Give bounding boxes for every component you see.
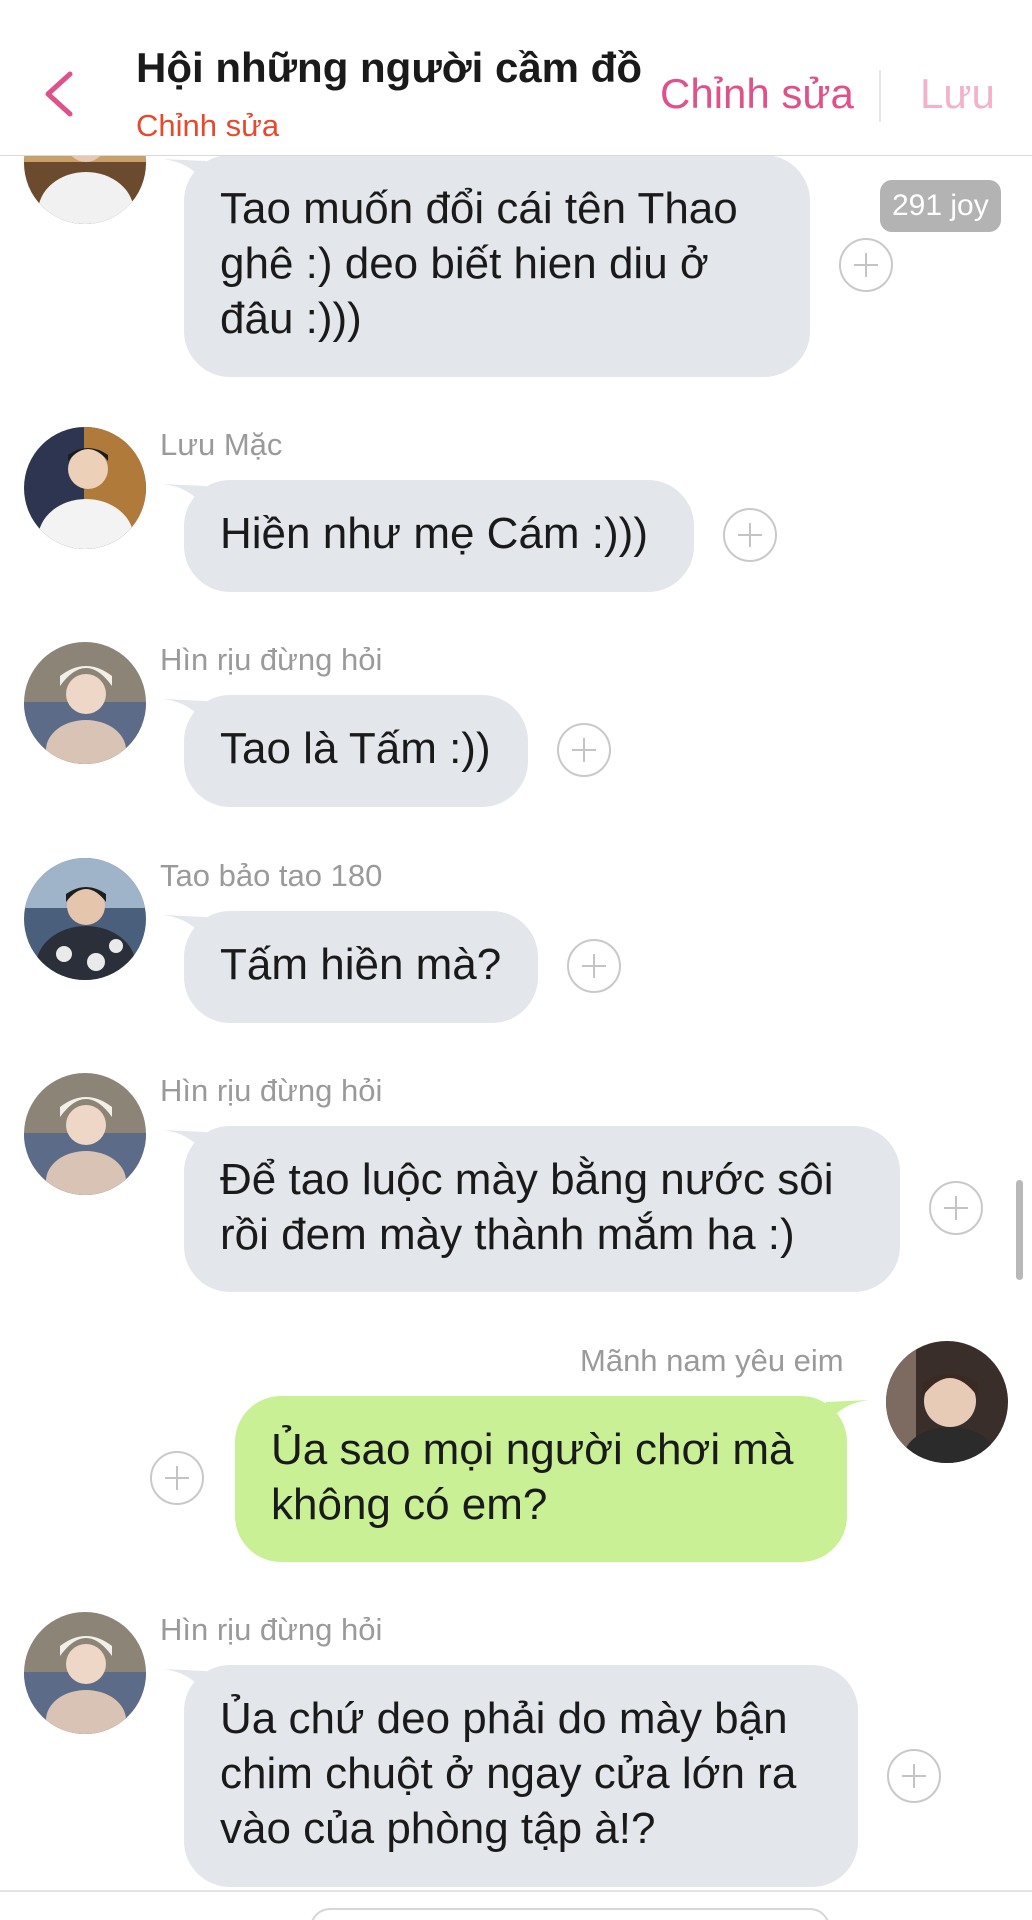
- message-bubble[interactable]: Tao muốn đổi cái tên Thao ghê :) deo biế…: [184, 155, 810, 377]
- edit-button[interactable]: Chỉnh sửa: [660, 70, 854, 118]
- page-subtitle: Chỉnh sửa: [136, 108, 280, 143]
- chat-area[interactable]: Tao muốn đổi cái tên Thao ghê :) deo biế…: [0, 0, 1032, 1920]
- message-bubble[interactable]: Để tao luộc mày bằng nước sôi rồi đem mà…: [184, 1126, 900, 1292]
- avatar[interactable]: [886, 1341, 1008, 1463]
- add-reaction-icon[interactable]: [723, 508, 777, 562]
- add-reaction-icon[interactable]: [929, 1181, 983, 1235]
- nav-header: Hội những người cầm đồ Chỉnh sửa Chỉnh s…: [0, 0, 1032, 156]
- back-icon[interactable]: [38, 68, 82, 120]
- sender-name: Tao bảo tao 180: [160, 858, 383, 893]
- scrollbar[interactable]: [1016, 1180, 1023, 1280]
- sender-name: Lưu Mặc: [160, 427, 283, 462]
- avatar[interactable]: [24, 427, 146, 549]
- joy-badge: 291 joy: [880, 180, 1001, 232]
- sender-name: Hìn rịu đừng hỏi: [160, 642, 383, 677]
- avatar[interactable]: [24, 858, 146, 980]
- sender-name: Hìn rịu đừng hỏi: [160, 1073, 383, 1108]
- message-bubble[interactable]: Tấm hiền mà?: [184, 911, 538, 1023]
- add-reaction-icon[interactable]: [567, 939, 621, 993]
- add-reaction-icon[interactable]: [557, 723, 611, 777]
- add-reaction-icon[interactable]: [839, 238, 893, 292]
- message-bubble[interactable]: Ủa chứ deo phải do mày bận chim chuột ở …: [184, 1665, 858, 1887]
- input-divider: [0, 1890, 1032, 1892]
- message-bubble[interactable]: Ủa sao mọi người chơi mà không có em?: [235, 1396, 847, 1562]
- add-reaction-icon[interactable]: [887, 1749, 941, 1803]
- avatar[interactable]: [24, 642, 146, 764]
- add-reaction-icon[interactable]: [150, 1451, 204, 1505]
- page-title: Hội những người cầm đồ: [136, 44, 642, 91]
- message-bubble[interactable]: Hiền như mẹ Cám :))): [184, 480, 694, 592]
- sender-name: Mãnh nam yêu eim: [580, 1343, 844, 1378]
- avatar[interactable]: [24, 1612, 146, 1734]
- avatar[interactable]: [24, 1073, 146, 1195]
- message-bubble[interactable]: Tao là Tấm :)): [184, 695, 528, 807]
- message-input[interactable]: [310, 1908, 830, 1920]
- save-button[interactable]: Lưu: [920, 70, 995, 118]
- header-divider: [879, 70, 881, 122]
- sender-name: Hìn rịu đừng hỏi: [160, 1612, 383, 1647]
